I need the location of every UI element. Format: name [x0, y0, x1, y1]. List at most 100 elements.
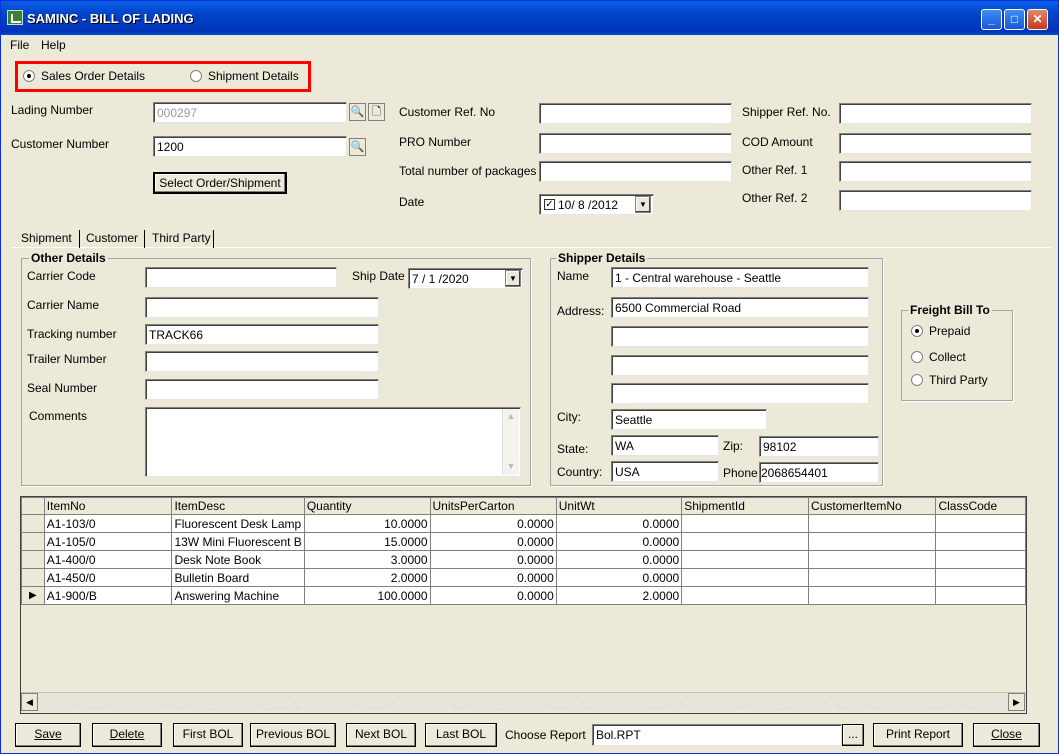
row-selector[interactable]: [21, 550, 45, 569]
table-cell[interactable]: 0.0000: [429, 586, 557, 605]
table-row[interactable]: A1-400/0 Desk Note Book 3.0000 0.0000 0.0000: [21, 550, 1026, 569]
table-cell[interactable]: [681, 532, 810, 551]
other-ref2-field[interactable]: [839, 190, 1032, 211]
table-cell[interactable]: [935, 586, 1026, 605]
shipper-address1-field[interactable]: 6500 Commercial Road: [611, 297, 869, 318]
carrier-code-field[interactable]: [145, 267, 337, 288]
pro-number-field[interactable]: [539, 133, 732, 154]
lading-lookup-icon[interactable]: 🔍: [349, 103, 366, 121]
shipper-address3-field[interactable]: [611, 355, 869, 376]
trailer-number-field[interactable]: [145, 351, 379, 372]
row-selector[interactable]: [21, 568, 45, 587]
shipment-label[interactable]: Shipment Details: [208, 69, 299, 83]
tab-customer[interactable]: Customer: [86, 229, 138, 249]
table-cell[interactable]: Desk Note Book: [171, 550, 305, 569]
report-file-field[interactable]: Bol.RPT: [592, 724, 842, 746]
previous-bol-button[interactable]: Previous BOL: [250, 723, 336, 747]
table-row[interactable]: A1-103/0 Fluorescent Desk Lamp 10.0000 0.00…: [21, 514, 1026, 533]
table-cell[interactable]: 0.0000: [429, 514, 557, 533]
table-cell[interactable]: [808, 532, 937, 551]
table-cell[interactable]: 2.0000: [555, 586, 683, 605]
scroll-left-icon[interactable]: ◀: [21, 693, 38, 711]
sales-order-radio[interactable]: [23, 70, 35, 82]
table-cell[interactable]: [808, 568, 937, 587]
table-row[interactable]: A1-105/0 13W Mini Fluorescent B 15.0000 0.0…: [21, 532, 1026, 551]
delete-button[interactable]: Delete: [92, 723, 162, 747]
shipper-name-field[interactable]: 1 - Central warehouse - Seattle: [611, 267, 869, 288]
table-cell[interactable]: 15.0000: [303, 532, 431, 551]
table-cell[interactable]: A1-900/B: [43, 586, 173, 605]
table-cell[interactable]: [935, 550, 1026, 569]
shipper-phone-field[interactable]: 2068654401: [759, 462, 879, 483]
tracking-number-field[interactable]: TRACK66: [145, 324, 379, 345]
shipper-country-field[interactable]: USA: [611, 461, 719, 482]
column-header[interactable]: ItemDesc: [171, 497, 305, 515]
column-header[interactable]: UnitWt: [555, 497, 683, 515]
row-selector[interactable]: [21, 532, 45, 551]
table-row[interactable]: A1-450/0 Bulletin Board 2.0000 0.0000 0.0000: [21, 568, 1026, 587]
grid-horizontal-scrollbar[interactable]: ◀ ▶: [21, 692, 1026, 711]
customer-number-field[interactable]: 1200: [153, 136, 347, 157]
seal-number-field[interactable]: [145, 379, 379, 400]
close-window-button[interactable]: ✕: [1027, 9, 1048, 30]
table-cell[interactable]: 3.0000: [303, 550, 431, 569]
table-cell[interactable]: A1-103/0: [43, 514, 173, 533]
table-cell[interactable]: Bulletin Board: [171, 568, 305, 587]
shipper-address2-field[interactable]: [611, 326, 869, 347]
table-cell[interactable]: A1-400/0: [43, 550, 173, 569]
tab-third-party[interactable]: Third Party: [152, 229, 211, 249]
row-selector[interactable]: ▶: [21, 586, 45, 605]
cod-amount-field[interactable]: [839, 133, 1032, 154]
table-cell[interactable]: 13W Mini Fluorescent B: [171, 532, 305, 551]
carrier-name-field[interactable]: [145, 297, 379, 318]
table-cell[interactable]: [808, 514, 937, 533]
column-header[interactable]: ItemNo: [43, 497, 173, 515]
table-cell[interactable]: 0.0000: [555, 550, 683, 569]
freight-collect-label[interactable]: Collect: [929, 350, 966, 364]
table-cell[interactable]: [681, 568, 810, 587]
menu-file[interactable]: File: [10, 38, 29, 52]
freight-collect-radio[interactable]: [911, 351, 923, 363]
customer-ref-field[interactable]: [539, 103, 732, 124]
tab-shipment[interactable]: Shipment: [21, 229, 72, 249]
select-order-shipment-button[interactable]: Select Order/Shipment: [153, 172, 287, 194]
freight-prepaid-label[interactable]: Prepaid: [929, 324, 970, 338]
table-cell[interactable]: 0.0000: [429, 550, 557, 569]
scroll-up-icon[interactable]: ▲: [505, 411, 517, 423]
shipper-city-field[interactable]: Seattle: [611, 409, 767, 430]
shipper-ref-field[interactable]: [839, 103, 1032, 124]
column-header[interactable]: UnitsPerCarton: [429, 497, 557, 515]
shipper-zip-field[interactable]: 98102: [759, 436, 879, 457]
row-selector[interactable]: [21, 514, 45, 533]
table-cell[interactable]: 10.0000: [303, 514, 431, 533]
print-report-button[interactable]: Print Report: [873, 723, 963, 747]
minimize-button[interactable]: _: [981, 9, 1002, 30]
column-header[interactable]: CustomerItemNo: [808, 497, 937, 515]
table-cell[interactable]: [808, 550, 937, 569]
scroll-right-icon[interactable]: ▶: [1008, 693, 1025, 711]
table-cell[interactable]: [681, 586, 810, 605]
next-bol-button[interactable]: Next BOL: [346, 723, 416, 747]
shipper-address4-field[interactable]: [611, 383, 869, 404]
table-row[interactable]: ▶ A1-900/B Answering Machine 100.0000 0.0000…: [21, 586, 1026, 605]
items-grid[interactable]: ItemNo ItemDesc Quantity UnitsPerCarton …: [20, 496, 1027, 714]
table-cell[interactable]: Answering Machine: [171, 586, 305, 605]
table-cell[interactable]: 2.0000: [303, 568, 431, 587]
new-document-icon[interactable]: 🗋: [368, 103, 385, 121]
table-cell[interactable]: Fluorescent Desk Lamp: [171, 514, 305, 533]
last-bol-button[interactable]: Last BOL: [425, 723, 497, 747]
browse-report-button[interactable]: ...: [842, 724, 864, 746]
shipper-state-field[interactable]: WA: [611, 435, 719, 456]
date-enabled-checkbox[interactable]: ✓: [544, 199, 555, 210]
maximize-button[interactable]: □: [1004, 9, 1025, 30]
column-header[interactable]: ClassCode: [935, 497, 1026, 515]
date-dropdown-icon[interactable]: ▼: [635, 196, 651, 213]
table-cell[interactable]: 0.0000: [555, 532, 683, 551]
save-button[interactable]: Save: [15, 723, 81, 747]
shipment-radio[interactable]: [190, 70, 202, 82]
table-cell[interactable]: [681, 514, 810, 533]
first-bol-button[interactable]: First BOL: [173, 723, 243, 747]
table-cell[interactable]: 0.0000: [429, 568, 557, 587]
table-cell[interactable]: A1-105/0: [43, 532, 173, 551]
total-packages-field[interactable]: [539, 161, 732, 182]
